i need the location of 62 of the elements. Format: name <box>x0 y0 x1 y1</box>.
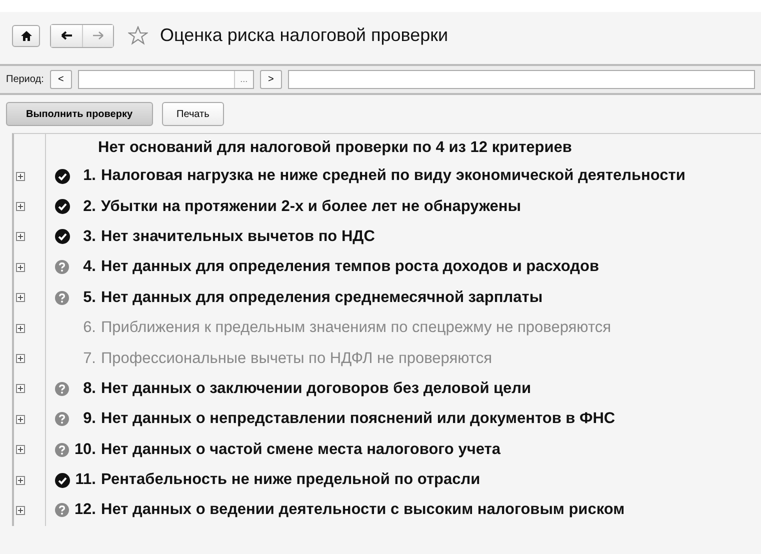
check-circle-icon <box>54 168 70 184</box>
forward-arrow-icon <box>92 31 104 40</box>
star-icon[interactable] <box>128 26 148 45</box>
criterion-number: 8. <box>82 380 96 398</box>
print-button[interactable]: Печать <box>162 102 224 126</box>
window-title: Оценка риска налоговой проверки <box>160 25 448 46</box>
criterion-number: 12. <box>74 501 96 520</box>
criterion-number: 2. <box>82 198 96 216</box>
question-circle-icon <box>55 290 69 305</box>
criterion-text: Нет данных для определения темпов роста доходов и расходов <box>101 258 600 276</box>
period-field[interactable]: ... <box>78 70 254 89</box>
period-picker-button[interactable]: ... <box>234 71 253 88</box>
criterion-text: Убытки на протяжении 2-х и более лет не обнаружены <box>101 198 521 216</box>
question-circle-icon <box>55 503 69 518</box>
next-period-button[interactable]: > <box>260 70 282 89</box>
criterion-text: Рентабельность не ниже предельной по отрасли <box>101 471 480 490</box>
period-label: Период: <box>6 74 44 85</box>
back-button[interactable] <box>51 24 82 46</box>
expand-icon[interactable] <box>16 324 25 333</box>
home-button[interactable] <box>12 24 40 46</box>
criterion-text: Налоговая нагрузка не ниже средней по виду экономической деятельности <box>101 167 686 186</box>
criterion-text: Нет данных о заключении договоров без деловой цели <box>101 380 532 398</box>
criterion-text: Нет данных о частой смене места налогового учета <box>101 440 500 459</box>
criterion-number: 3. <box>82 228 96 246</box>
criterion-text: Нет значительных вычетов по НДС <box>101 228 375 246</box>
summary-text: Нет оснований для налоговой проверки по 4 из 12 критериев <box>98 138 572 156</box>
expand-icon[interactable] <box>16 293 25 302</box>
run-check-button[interactable]: Выполнить проверку <box>6 102 153 126</box>
expand-icon[interactable] <box>16 232 25 242</box>
criterion-number: 5. <box>82 288 96 307</box>
criterion-text: Нет данных о непредставлении пояснений или документов в ФНС <box>101 410 616 428</box>
expand-icon[interactable] <box>16 172 25 181</box>
criterion-number: 6. <box>82 319 96 338</box>
check-circle-icon <box>54 229 70 244</box>
criterion-text: Профессиональные вычеты по НДФЛ не проверяются <box>101 350 492 368</box>
criterion-number: 1. <box>82 167 96 186</box>
back-arrow-icon <box>60 31 72 40</box>
previous-period-button[interactable]: < <box>50 70 72 89</box>
expand-icon[interactable] <box>16 262 25 272</box>
expand-icon[interactable] <box>16 476 25 485</box>
criterion-text: Нет данных для определения среднемесячной зарплаты <box>101 288 543 307</box>
check-circle-icon <box>54 199 70 214</box>
criterion-number: 11. <box>74 471 96 490</box>
expand-icon[interactable] <box>16 354 25 364</box>
criterion-number: 10. <box>74 440 96 459</box>
criterion-number: 9. <box>82 410 96 428</box>
home-icon <box>20 30 32 40</box>
expand-icon[interactable] <box>16 414 25 424</box>
criterion-number: 4. <box>82 258 96 276</box>
question-circle-icon <box>55 412 69 426</box>
criterion-text: Приближения к предельным значениям по спецрежму не проверяются <box>101 319 612 338</box>
check-circle-icon <box>54 472 70 488</box>
expand-icon[interactable] <box>16 384 25 394</box>
question-circle-icon <box>55 260 69 274</box>
expand-icon[interactable] <box>16 445 25 454</box>
criterion-number: 7. <box>82 350 96 368</box>
question-circle-icon <box>55 442 69 457</box>
question-circle-icon <box>55 382 69 396</box>
expand-icon[interactable] <box>16 506 25 515</box>
input-field[interactable] <box>288 70 755 89</box>
criterion-text: Нет данных о ведении деятельности с высоким налоговым риском <box>101 501 625 520</box>
expand-icon[interactable] <box>16 202 25 212</box>
